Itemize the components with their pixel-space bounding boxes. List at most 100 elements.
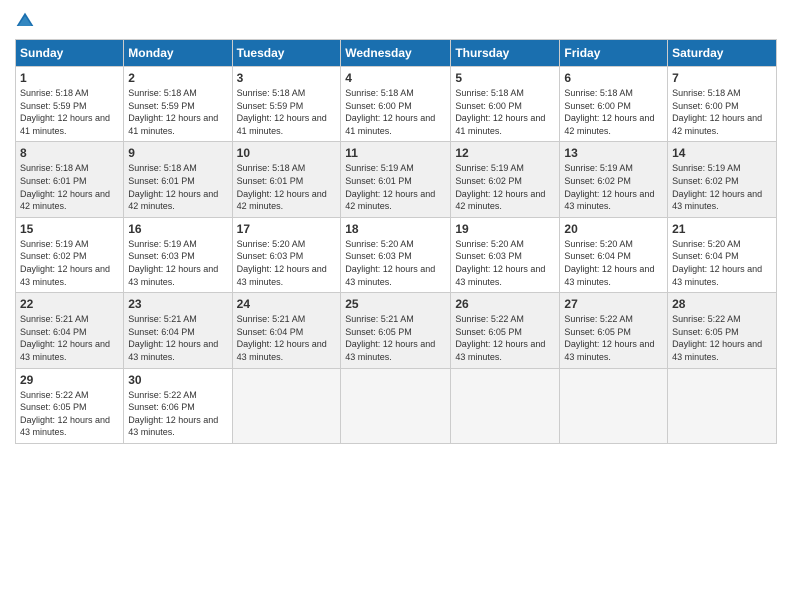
day-info: Sunrise: 5:19 AMSunset: 6:02 PMDaylight:… [564,162,663,212]
day-number: 7 [672,71,772,85]
day-number: 9 [128,146,227,160]
calendar-cell [232,368,341,443]
calendar-cell: 29 Sunrise: 5:22 AMSunset: 6:05 PMDayligh… [16,368,124,443]
day-number: 24 [237,297,337,311]
calendar-week-4: 22 Sunrise: 5:21 AMSunset: 6:04 PMDayligh… [16,293,777,368]
calendar-table: SundayMondayTuesdayWednesdayThursdayFrid… [15,39,777,444]
calendar-cell: 9 Sunrise: 5:18 AMSunset: 6:01 PMDaylight… [124,142,232,217]
calendar-cell: 23 Sunrise: 5:21 AMSunset: 6:04 PMDayligh… [124,293,232,368]
day-info: Sunrise: 5:22 AMSunset: 6:05 PMDaylight:… [455,313,555,363]
logo [15,10,37,31]
day-info: Sunrise: 5:22 AMSunset: 6:05 PMDaylight:… [20,389,119,439]
day-number: 2 [128,71,227,85]
weekday-wednesday: Wednesday [341,40,451,67]
day-info: Sunrise: 5:20 AMSunset: 6:03 PMDaylight:… [345,238,446,288]
day-info: Sunrise: 5:22 AMSunset: 6:06 PMDaylight:… [128,389,227,439]
day-number: 1 [20,71,119,85]
day-number: 29 [20,373,119,387]
day-info: Sunrise: 5:19 AMSunset: 6:02 PMDaylight:… [455,162,555,212]
calendar-cell [451,368,560,443]
day-info: Sunrise: 5:21 AMSunset: 6:04 PMDaylight:… [128,313,227,363]
calendar-cell: 24Sunrise: 5:21 AMSunset: 6:04 PMDayligh… [232,293,341,368]
day-number: 8 [20,146,119,160]
day-number: 12 [455,146,555,160]
day-number: 13 [564,146,663,160]
day-info: Sunrise: 5:18 AMSunset: 6:00 PMDaylight:… [564,87,663,137]
day-number: 11 [345,146,446,160]
calendar-cell: 3 Sunrise: 5:18 AMSunset: 5:59 PMDaylight… [232,67,341,142]
weekday-friday: Friday [560,40,668,67]
day-info: Sunrise: 5:19 AMSunset: 6:02 PMDaylight:… [672,162,772,212]
day-info: Sunrise: 5:18 AMSunset: 6:01 PMDaylight:… [237,162,337,212]
day-info: Sunrise: 5:18 AMSunset: 6:00 PMDaylight:… [455,87,555,137]
day-number: 27 [564,297,663,311]
day-number: 3 [237,71,337,85]
day-info: Sunrise: 5:18 AMSunset: 6:00 PMDaylight:… [345,87,446,137]
day-number: 6 [564,71,663,85]
calendar-cell: 27 Sunrise: 5:22 AMSunset: 6:05 PMDayligh… [560,293,668,368]
day-number: 10 [237,146,337,160]
calendar-cell: 22 Sunrise: 5:21 AMSunset: 6:04 PMDayligh… [16,293,124,368]
day-number: 22 [20,297,119,311]
calendar-cell: 26 Sunrise: 5:22 AMSunset: 6:05 PMDayligh… [451,293,560,368]
day-number: 20 [564,222,663,236]
day-info: Sunrise: 5:21 AMSunset: 6:05 PMDaylight:… [345,313,446,363]
day-number: 23 [128,297,227,311]
weekday-tuesday: Tuesday [232,40,341,67]
day-info: Sunrise: 5:18 AMSunset: 6:00 PMDaylight:… [672,87,772,137]
day-info: Sunrise: 5:20 AMSunset: 6:04 PMDaylight:… [564,238,663,288]
calendar-cell: 19 Sunrise: 5:20 AMSunset: 6:03 PMDayligh… [451,217,560,292]
weekday-header-row: SundayMondayTuesdayWednesdayThursdayFrid… [16,40,777,67]
day-number: 26 [455,297,555,311]
day-info: Sunrise: 5:19 AMSunset: 6:02 PMDaylight:… [20,238,119,288]
calendar-week-2: 8 Sunrise: 5:18 AMSunset: 6:01 PMDaylight… [16,142,777,217]
calendar-cell: 13 Sunrise: 5:19 AMSunset: 6:02 PMDayligh… [560,142,668,217]
calendar-cell: 4 Sunrise: 5:18 AMSunset: 6:00 PMDaylight… [341,67,451,142]
calendar-cell: 28 Sunrise: 5:22 AMSunset: 6:05 PMDayligh… [668,293,777,368]
calendar-cell [560,368,668,443]
calendar-cell: 8 Sunrise: 5:18 AMSunset: 6:01 PMDaylight… [16,142,124,217]
calendar-cell: 14 Sunrise: 5:19 AMSunset: 6:02 PMDayligh… [668,142,777,217]
day-info: Sunrise: 5:21 AMSunset: 6:04 PMDaylight:… [20,313,119,363]
weekday-sunday: Sunday [16,40,124,67]
calendar-week-5: 29 Sunrise: 5:22 AMSunset: 6:05 PMDayligh… [16,368,777,443]
day-info: Sunrise: 5:20 AMSunset: 6:03 PMDaylight:… [237,238,337,288]
calendar-cell: 20 Sunrise: 5:20 AMSunset: 6:04 PMDayligh… [560,217,668,292]
calendar-week-1: 1 Sunrise: 5:18 AMSunset: 5:59 PMDaylight… [16,67,777,142]
calendar-week-3: 15Sunrise: 5:19 AMSunset: 6:02 PMDayligh… [16,217,777,292]
day-number: 19 [455,222,555,236]
calendar-cell: 25Sunrise: 5:21 AMSunset: 6:05 PMDayligh… [341,293,451,368]
day-info: Sunrise: 5:18 AMSunset: 6:01 PMDaylight:… [128,162,227,212]
calendar-cell: 17 Sunrise: 5:20 AMSunset: 6:03 PMDayligh… [232,217,341,292]
day-info: Sunrise: 5:18 AMSunset: 6:01 PMDaylight:… [20,162,119,212]
calendar-cell [668,368,777,443]
day-number: 17 [237,222,337,236]
day-info: Sunrise: 5:18 AMSunset: 5:59 PMDaylight:… [128,87,227,137]
day-number: 21 [672,222,772,236]
calendar-cell: 10 Sunrise: 5:18 AMSunset: 6:01 PMDayligh… [232,142,341,217]
calendar-cell: 16Sunrise: 5:19 AMSunset: 6:03 PMDayligh… [124,217,232,292]
page-container: SundayMondayTuesdayWednesdayThursdayFrid… [0,0,792,454]
day-number: 4 [345,71,446,85]
day-info: Sunrise: 5:20 AMSunset: 6:04 PMDaylight:… [672,238,772,288]
day-info: Sunrise: 5:20 AMSunset: 6:03 PMDaylight:… [455,238,555,288]
day-info: Sunrise: 5:18 AMSunset: 5:59 PMDaylight:… [20,87,119,137]
calendar-cell: 2 Sunrise: 5:18 AMSunset: 5:59 PMDaylight… [124,67,232,142]
logo-icon [15,11,35,31]
day-info: Sunrise: 5:19 AMSunset: 6:01 PMDaylight:… [345,162,446,212]
weekday-monday: Monday [124,40,232,67]
calendar-cell: 12 Sunrise: 5:19 AMSunset: 6:02 PMDayligh… [451,142,560,217]
day-number: 14 [672,146,772,160]
weekday-thursday: Thursday [451,40,560,67]
calendar-cell: 30Sunrise: 5:22 AMSunset: 6:06 PMDayligh… [124,368,232,443]
day-info: Sunrise: 5:18 AMSunset: 5:59 PMDaylight:… [237,87,337,137]
day-number: 18 [345,222,446,236]
day-info: Sunrise: 5:22 AMSunset: 6:05 PMDaylight:… [672,313,772,363]
calendar-cell: 5 Sunrise: 5:18 AMSunset: 6:00 PMDaylight… [451,67,560,142]
calendar-cell: 1 Sunrise: 5:18 AMSunset: 5:59 PMDaylight… [16,67,124,142]
day-number: 16 [128,222,227,236]
day-number: 5 [455,71,555,85]
day-info: Sunrise: 5:22 AMSunset: 6:05 PMDaylight:… [564,313,663,363]
weekday-saturday: Saturday [668,40,777,67]
day-number: 28 [672,297,772,311]
